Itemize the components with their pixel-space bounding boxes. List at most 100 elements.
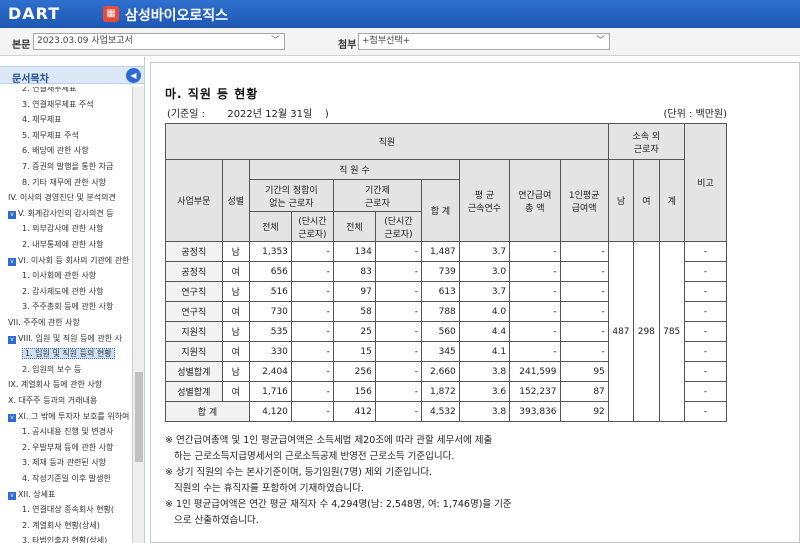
cell-total-reg_pt: - [290,401,334,422]
cell-division: 지원직 [165,341,223,362]
toc-item[interactable]: 2. 연결재무제표 [22,87,76,96]
toc-item-label: XI. 그 밖에 투자자 보호를 위하여 [18,411,130,421]
cell-avg: - [559,341,609,362]
toc-item[interactable]: 6. 배당에 관한 사항 [22,143,89,158]
th-remark: 비고 [683,123,728,242]
toc-item[interactable]: 3. 주주총회 등에 관한 사항 [22,299,113,314]
company-name: 삼성바이오로직스 [125,8,229,24]
th-male: 남 [607,159,635,242]
expand-toggle-icon[interactable]: v [8,335,16,344]
cell-reg: 330 [248,341,292,362]
scrollbar-thumb[interactable] [135,372,143,462]
toc-item[interactable]: 3. 타법인출자 현황(상세) [22,533,107,543]
attach-select[interactable]: +첨부선택+ ﹀ [358,33,610,50]
toc-item-label: 1. 임원 및 직원 등의 현황 [22,348,115,360]
cell-gender: 남 [221,281,250,302]
cell-con_pt: - [374,281,423,302]
base-date: (기준일 : 2022년 12월 31일 ) [167,105,329,120]
toc-item[interactable]: 1. 연결대상 종속회사 현황( [22,502,114,517]
doc-select[interactable]: 2023.03.09 사업보고서 ﹀ [33,33,285,50]
footnote-line: 직원의 수는 휴직자를 포함하여 기재하였습니다. [165,483,364,494]
footnote-line: 하는 근로소득지급명세서의 근로소득공제 반영전 근로소득 기준입니다. [165,451,455,462]
cell-total-tot: 4,532 [421,401,460,422]
toc-item-label: VIII. 임원 및 직원 등에 관한 사 [18,333,122,343]
cell-con_pt: - [374,301,423,322]
toc-item[interactable]: 1. 임원 및 직원 등의 현황 [22,346,115,361]
toc-title: 문서목차 [12,74,49,85]
cell-total-con_pt: - [374,401,423,422]
cell-yrs: 3.6 [458,381,511,402]
section-title: 마. 직원 등 현황 [165,87,259,101]
toc-section[interactable]: v VIII. 임원 및 직원 등에 관한 사 [8,331,122,346]
toc-item[interactable]: 2. 임원의 보수 등 [22,362,81,377]
cell-division: 연구직 [165,281,223,302]
toc-item-label: 2. 계열회사 현황(상세) [22,520,100,530]
cell-division: 성별합계 [165,381,223,402]
cell-yrs: 4.1 [458,341,511,362]
toc-item-label: 4. 재무제표 [22,115,62,125]
toc-item[interactable]: 4. 재무제표 [22,112,62,127]
cell-gender: 남 [221,361,250,382]
toc-sidebar: 문서목차 ◀ 2. 연결재무제표 3. 연결재무제표 주석 4. 재무제표 5. 재무… [0,57,145,543]
toc-item-label: 1. 외부감사에 관한 사항 [22,224,104,234]
cell-yrs: 3.7 [458,241,511,262]
cell-note: - [683,341,728,362]
cell-division: 연구직 [165,301,223,322]
toc-item[interactable]: 3. 제재 등과 관련된 사항 [22,455,106,470]
cell-pay: - [509,301,561,322]
toc-item[interactable]: 2. 감사제도에 관한 사항 [22,284,104,299]
expand-toggle-icon[interactable]: v [8,257,16,266]
toc-item[interactable]: 1. 외부감사에 관한 사항 [22,221,104,236]
cell-con_pt: - [374,321,423,342]
th-contract-all: 전체 [332,211,376,242]
cell-outside-male: 487 [607,241,635,422]
base-date-value: 2022년 12월 31일 [227,109,313,120]
toc-item[interactable]: 1. 공시내용 진행 및 변경사 [22,424,113,439]
toc-item[interactable]: 2. 우발부채 등에 관한 사항 [22,440,113,455]
toc-item[interactable]: 7. 증권의 발행을 통한 자금 [22,159,113,174]
toc-item-label: IV. 이사의 경영진단 및 분석의견 [8,193,116,203]
th-division: 사업부문 [165,159,223,242]
dart-logo[interactable]: DART [8,4,60,23]
expand-toggle-icon[interactable]: v [8,491,16,500]
sidebar-scrollbar[interactable] [132,87,144,543]
collapse-sidebar-icon[interactable]: ◀ [126,68,141,83]
cell-yrs: 3.8 [458,361,511,382]
cell-division: 공정직 [165,261,223,282]
doc-label: 본문 [12,40,31,51]
toc-item-label: 6. 배당에 관한 사항 [22,146,89,156]
expand-toggle-icon[interactable]: v [8,210,16,219]
chevron-down-icon: ﹀ [270,36,280,46]
footnote-line: ※ 1인 평균급여액은 연간 평균 재직자 수 4,294명(남: 2,548명… [165,499,512,510]
cell-con: 15 [332,341,376,362]
toc-section[interactable]: IV. 이사의 경영진단 및 분석의견 [8,190,116,205]
toc-item[interactable]: 2. 계열회사 현황(상세) [22,518,100,533]
toc-item-label: 7. 증권의 발행을 통한 자금 [22,162,114,171]
toc-item[interactable]: 4. 작성기준일 이후 발생한 [22,471,111,486]
toc-section[interactable]: v XII. 상세표 [8,487,55,502]
footnote-line: 으로 산출하였습니다. [165,515,259,526]
cell-reg_pt: - [290,261,334,282]
toc-item[interactable]: 1. 이사회에 관한 사항 [22,268,96,283]
toc-section[interactable]: X. 대주주 등과의 거래내용 [8,393,97,408]
table-row: 공정직 남 1,353-134-1,487 3.7- -487 298 785- [165,241,728,422]
toc-section[interactable]: VII. 주주에 관한 사항 [8,315,80,330]
expand-toggle-icon[interactable]: v [8,413,16,422]
toc-item[interactable]: 3. 연결재무제표 주석 [22,97,94,112]
cell-con: 25 [332,321,376,342]
toc-section[interactable]: v V. 회계감사인의 감사의견 등 [8,206,114,221]
toc-section[interactable]: v VI. 이사회 등 회사의 기관에 관한 [8,253,129,268]
th-annual-pay: 연간급여 총 액 [509,159,561,242]
toc-section[interactable]: IX. 계열회사 등에 관한 사항 [8,377,102,392]
cell-gender: 남 [221,321,250,342]
company-icon: ▦ [103,6,119,22]
cell-reg_pt: - [290,281,334,302]
toc-section[interactable]: v XI. 그 밖에 투자자 보호를 위하여 [8,409,129,424]
toc-item[interactable]: 5. 재무제표 주석 [22,128,79,143]
toc-item[interactable]: 2. 내부통제에 관한 사항 [22,237,104,252]
cell-gender: 여 [221,341,250,362]
toc-item[interactable]: 8. 기타 재무에 관한 사항 [22,175,106,190]
employee-table-body: 공정직 남 1,353-134-1,487 3.7- -487 298 785- 공정직 여 65… [165,241,728,422]
footnote-line: ※ 상기 직원의 수는 본사기준이며, 등기임원(7명) 제외 기준입니다. [165,467,433,478]
cell-con_pt: - [374,381,423,402]
